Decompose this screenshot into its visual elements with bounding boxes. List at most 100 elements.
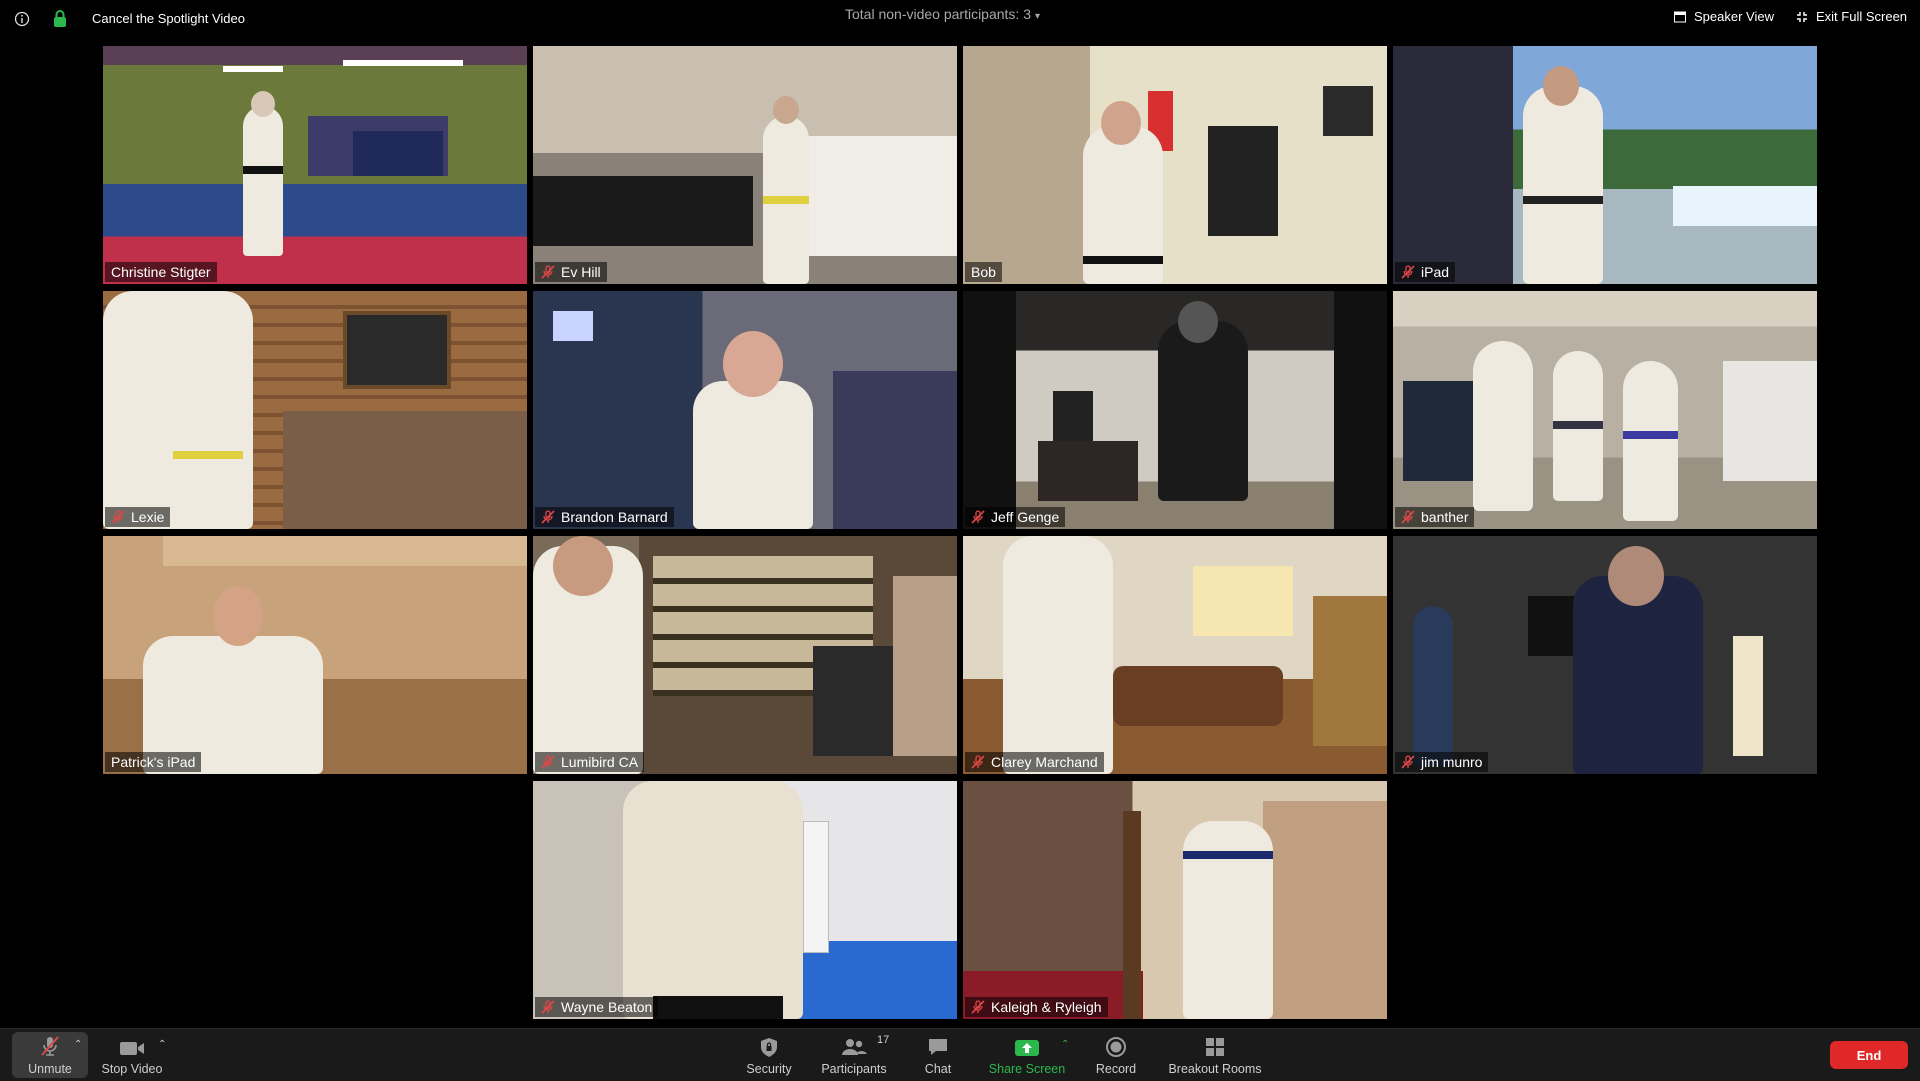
video-tile[interactable]: jim munro xyxy=(1393,536,1817,774)
video-tile[interactable]: Jeff Genge xyxy=(963,291,1387,529)
participant-name: Christine Stigter xyxy=(111,264,211,280)
participant-name-tag: Lexie xyxy=(105,507,171,527)
video-feed xyxy=(103,46,527,284)
video-options-caret-icon[interactable]: ⌃ xyxy=(158,1039,166,1050)
unmute-label: Unmute xyxy=(28,1062,72,1076)
stop-video-button[interactable]: Stop Video xyxy=(96,1029,168,1081)
exit-full-screen-label: Exit Full Screen xyxy=(1816,9,1908,24)
participant-name-tag: Brandon Barnard xyxy=(535,507,674,527)
participant-name: Wayne Beaton xyxy=(561,999,653,1015)
video-feed xyxy=(963,291,1387,529)
muted-mic-icon xyxy=(541,755,555,769)
muted-mic-icon xyxy=(1401,510,1415,524)
video-feed xyxy=(1393,46,1817,284)
muted-microphone-icon xyxy=(41,1036,59,1056)
participant-name-tag: banther xyxy=(1395,507,1475,527)
participant-name: banther xyxy=(1421,509,1469,525)
muted-mic-icon xyxy=(971,1000,985,1014)
video-tile[interactable]: Bob xyxy=(963,46,1387,284)
participant-name-tag: Ev Hill xyxy=(535,262,607,282)
participants-label: Participants xyxy=(821,1062,887,1076)
video-tile[interactable]: Patrick's iPad xyxy=(103,536,527,774)
meeting-toolbar: Unmute ⌃ Stop Video ⌃ Security Participa… xyxy=(0,1028,1920,1081)
participants-icon xyxy=(842,1039,867,1055)
muted-mic-icon xyxy=(541,1000,555,1014)
participant-name-tag: jim munro xyxy=(1395,752,1489,772)
muted-mic-icon xyxy=(1401,265,1415,279)
video-feed xyxy=(103,291,527,529)
record-button[interactable]: Record xyxy=(1088,1029,1144,1081)
video-tile[interactable]: iPad xyxy=(1393,46,1817,284)
participant-name-tag: Wayne Beaton xyxy=(535,997,659,1017)
speaker-view-button[interactable]: Speaker View xyxy=(1674,9,1774,24)
muted-mic-icon xyxy=(541,510,555,524)
video-tile[interactable]: Lexie xyxy=(103,291,527,529)
video-tile[interactable]: Kaleigh & Ryleigh xyxy=(963,781,1387,1019)
participant-name: Lumibird CA xyxy=(561,754,639,770)
video-tile[interactable]: banther xyxy=(1393,291,1817,529)
participant-name: Ev Hill xyxy=(561,264,601,280)
breakout-rooms-label: Breakout Rooms xyxy=(1168,1062,1262,1076)
share-options-caret-icon[interactable]: ⌃ xyxy=(1061,1039,1069,1050)
video-tile[interactable]: Christine Stigter xyxy=(103,46,527,284)
speaker-view-icon xyxy=(1674,11,1686,22)
muted-mic-icon xyxy=(1401,755,1415,769)
video-tile[interactable]: Brandon Barnard xyxy=(533,291,957,529)
muted-mic-icon xyxy=(541,265,555,279)
video-feed xyxy=(963,46,1387,284)
participants-count: 17 xyxy=(877,1034,890,1046)
unmute-button[interactable]: Unmute xyxy=(12,1029,88,1081)
chat-button[interactable]: Chat xyxy=(910,1029,966,1081)
participant-name: Lexie xyxy=(131,509,165,525)
participant-name: Patrick's iPad xyxy=(111,754,196,770)
cancel-spotlight-button[interactable]: Cancel the Spotlight Video xyxy=(92,11,245,26)
record-icon xyxy=(1106,1037,1126,1057)
participant-name-tag: iPad xyxy=(1395,262,1456,282)
video-tile[interactable]: Lumibird CA xyxy=(533,536,957,774)
participant-name: Kaleigh & Ryleigh xyxy=(991,999,1102,1015)
muted-mic-icon xyxy=(971,510,985,524)
info-icon[interactable] xyxy=(14,11,30,27)
participant-name: Bob xyxy=(971,264,996,280)
participant-name-tag: Bob xyxy=(965,262,1002,282)
participant-name-tag: Clarey Marchand xyxy=(965,752,1104,772)
video-feed xyxy=(1393,536,1817,774)
security-button[interactable]: Security xyxy=(738,1029,800,1081)
video-tile[interactable]: Ev Hill xyxy=(533,46,957,284)
shield-icon xyxy=(761,1038,777,1057)
video-tile[interactable]: Clarey Marchand xyxy=(963,536,1387,774)
video-feed xyxy=(1393,291,1817,529)
breakout-rooms-icon xyxy=(1206,1038,1224,1056)
encryption-lock-icon[interactable] xyxy=(53,10,67,28)
meeting-top-bar: Cancel the Spotlight Video Total non-vid… xyxy=(0,0,1920,40)
video-tile[interactable]: Wayne Beaton xyxy=(533,781,957,1019)
participant-name-tag: Kaleigh & Ryleigh xyxy=(965,997,1108,1017)
share-screen-button[interactable]: Share Screen xyxy=(980,1029,1074,1081)
participant-name: Brandon Barnard xyxy=(561,509,668,525)
non-video-participants-label: Total non-video participants: 3 xyxy=(845,6,1031,22)
participant-name: iPad xyxy=(1421,264,1450,280)
muted-mic-icon xyxy=(111,510,125,524)
participant-name-tag: Patrick's iPad xyxy=(105,752,202,772)
non-video-participants-dropdown[interactable]: Total non-video participants: 3 ▾ xyxy=(845,6,1040,22)
video-feed xyxy=(103,536,527,774)
muted-mic-icon xyxy=(971,755,985,769)
exit-full-screen-button[interactable]: Exit Full Screen xyxy=(1796,9,1907,24)
breakout-rooms-button[interactable]: Breakout Rooms xyxy=(1160,1029,1270,1081)
share-screen-label: Share Screen xyxy=(988,1062,1066,1076)
participant-name-tag: Jeff Genge xyxy=(965,507,1066,527)
participant-name: jim munro xyxy=(1421,754,1483,770)
video-feed xyxy=(963,781,1387,1019)
participant-name: Clarey Marchand xyxy=(991,754,1098,770)
end-meeting-button[interactable]: End xyxy=(1830,1041,1908,1069)
caret-down-icon: ▾ xyxy=(1035,11,1041,22)
audio-options-caret-icon[interactable]: ⌃ xyxy=(74,1039,82,1050)
record-label: Record xyxy=(1095,1062,1137,1076)
stop-video-label: Stop Video xyxy=(101,1062,163,1076)
video-camera-icon xyxy=(120,1042,144,1055)
chat-label: Chat xyxy=(924,1062,952,1076)
exit-fullscreen-icon xyxy=(1797,11,1807,22)
participant-name-tag: Lumibird CA xyxy=(535,752,645,772)
share-screen-icon xyxy=(1015,1040,1039,1056)
video-feed xyxy=(533,781,957,1019)
